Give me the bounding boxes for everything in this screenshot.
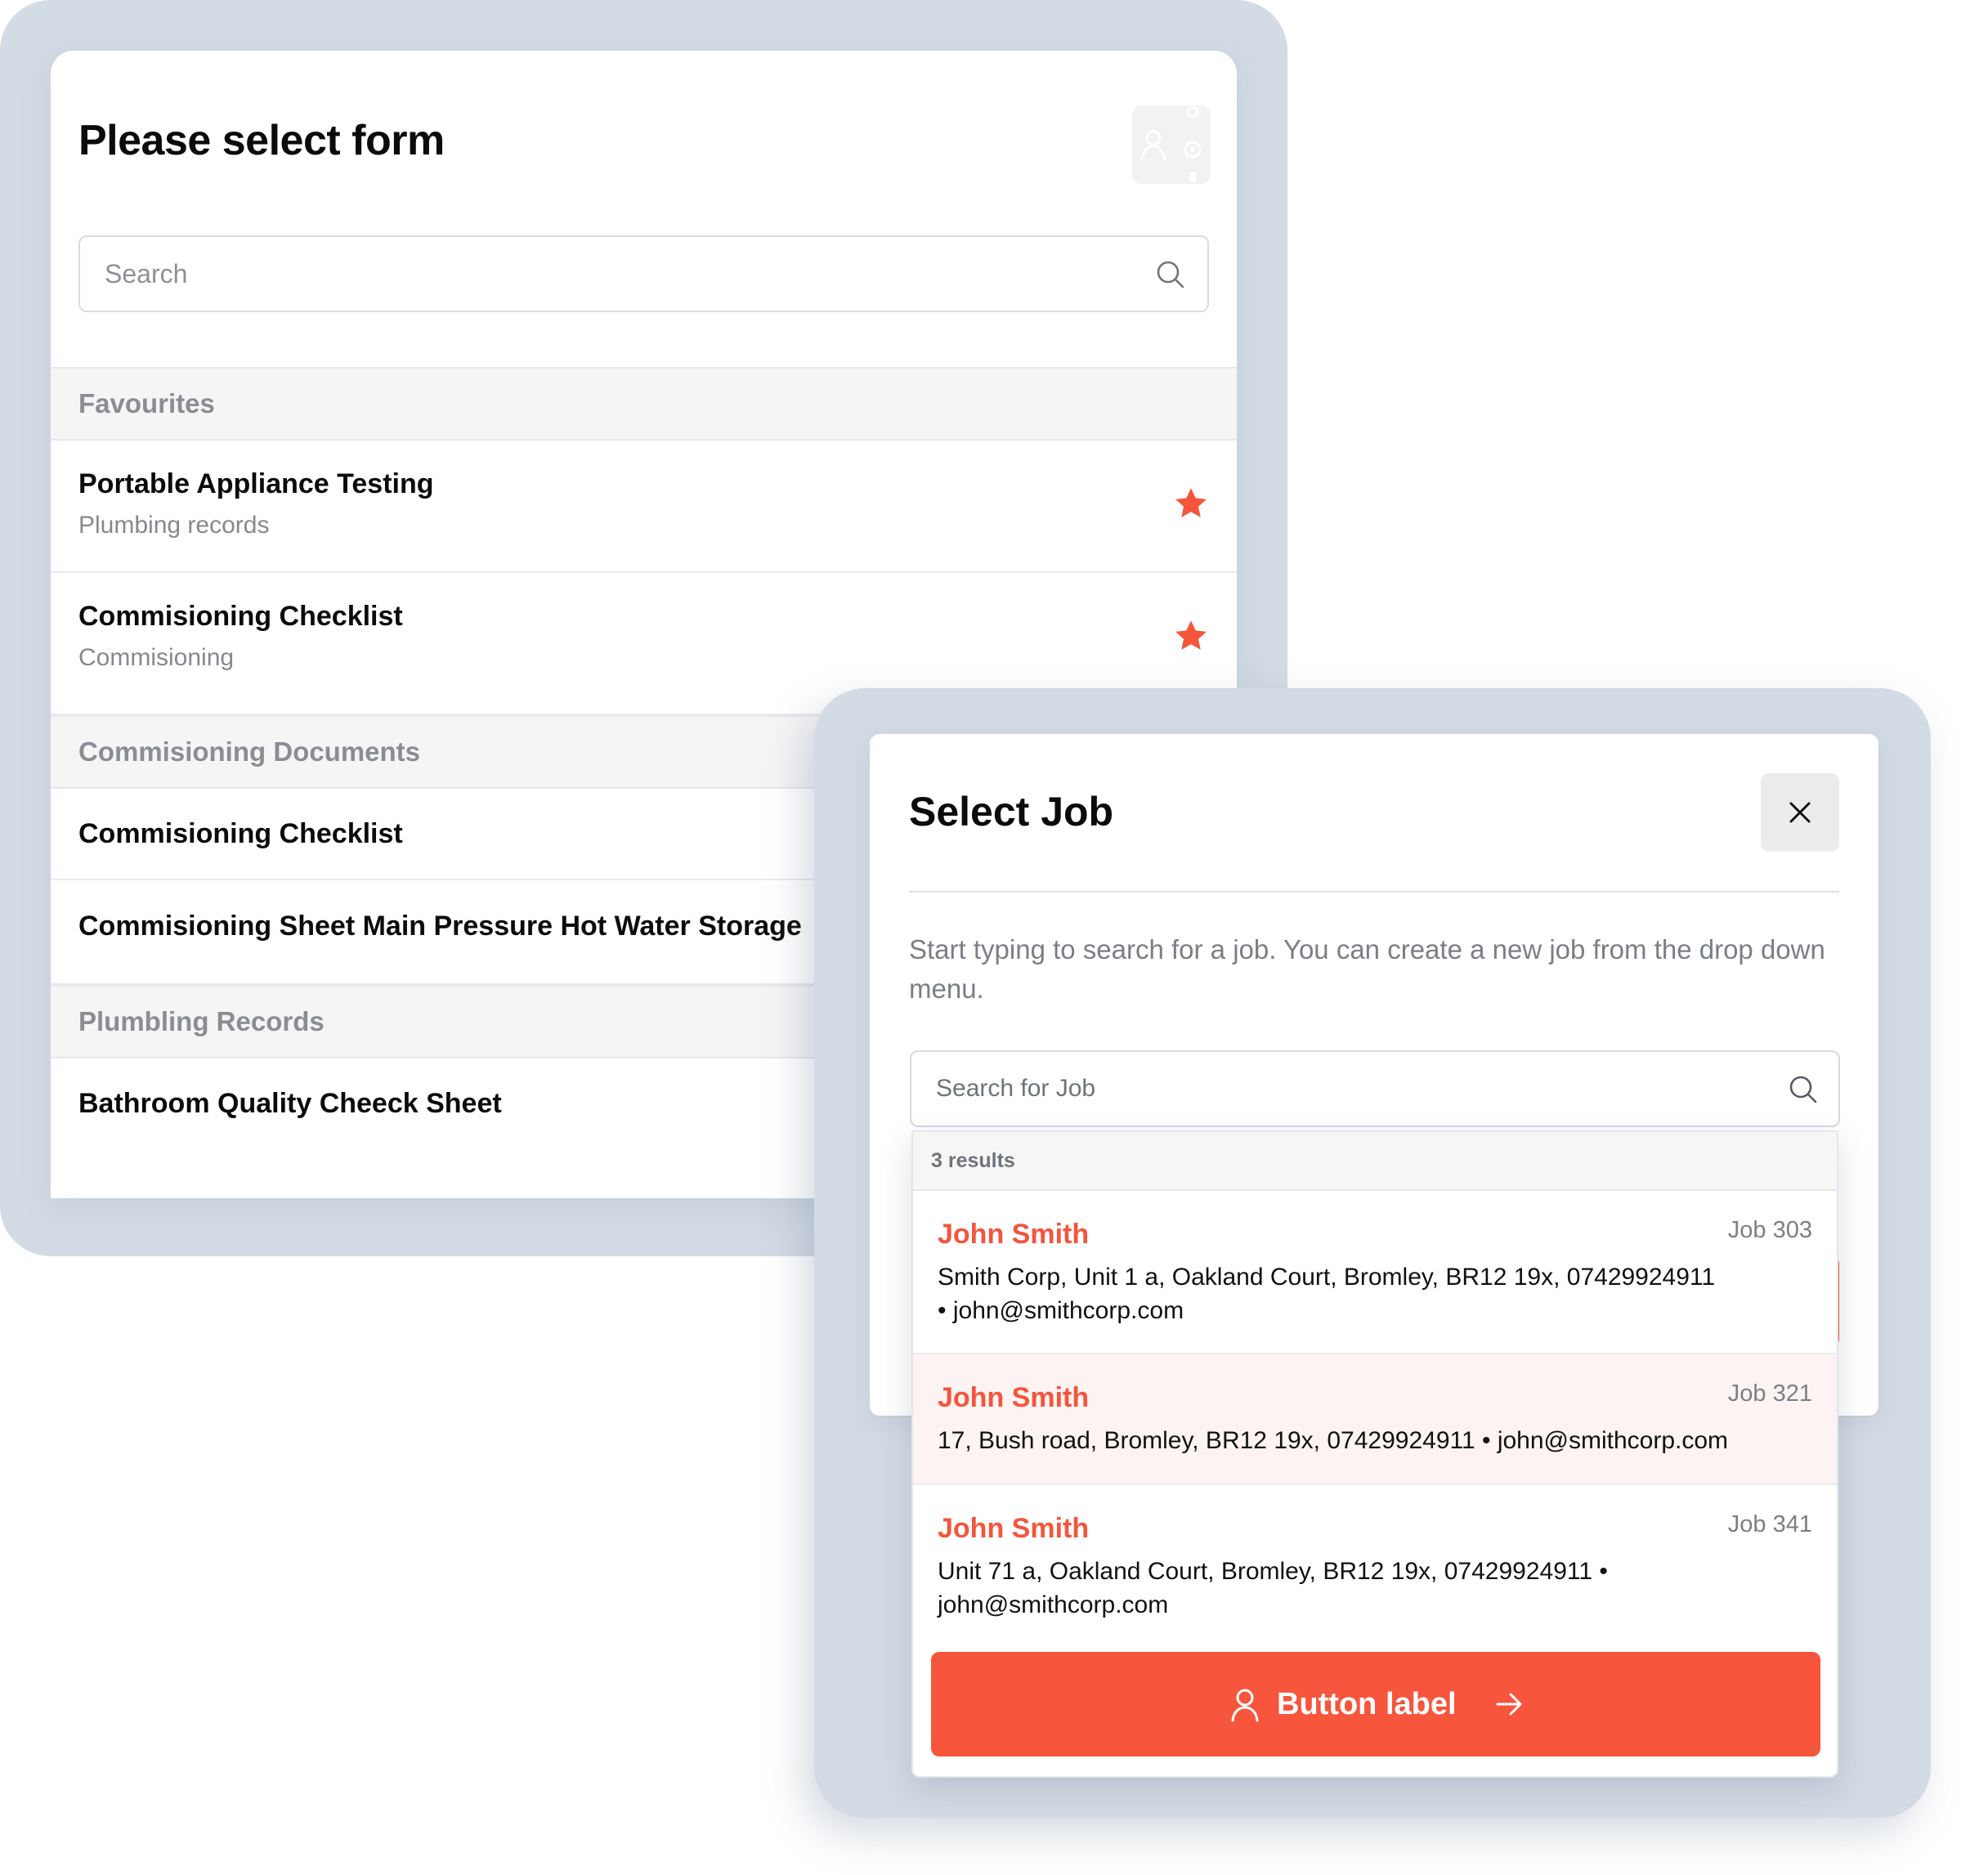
dialog-title: Select Job — [909, 789, 1114, 835]
account-button[interactable] — [1132, 105, 1211, 184]
button-label: Button label — [1277, 1687, 1457, 1721]
form-item-category: Plumbing records — [78, 512, 270, 539]
form-item-title: Commisioning Sheet Main Pressure Hot Wat… — [78, 911, 802, 942]
search-placeholder: Search for Job — [936, 1075, 1096, 1102]
customer-name: John Smith — [938, 1382, 1090, 1413]
stage: Please select form Search Favourites Por… — [0, 0, 1988, 1875]
customer-name: John Smith — [938, 1513, 1090, 1544]
form-item-title: Bathroom Quality Cheeck Sheet — [78, 1088, 502, 1119]
form-item-title: Portable Appliance Testing — [78, 468, 434, 499]
customer-details: Smith Corp, Unit 1 a, Oakland Court, Bro… — [938, 1264, 1716, 1324]
customer-details: Unit 71 a, Oakland Court, Bromley, BR12 … — [938, 1558, 1608, 1618]
form-item-category: Commisioning — [78, 644, 235, 671]
results-count: 3 results — [931, 1149, 1015, 1172]
job-results-dropdown: 3 results John Smith Job 303 Smith Corp,… — [911, 1130, 1838, 1778]
job-search-input[interactable]: Search for Job — [910, 1050, 1840, 1127]
user-settings-icon — [1140, 105, 1202, 182]
search-icon — [1789, 1076, 1817, 1103]
user-icon — [1231, 1689, 1259, 1722]
section-heading: Favourites — [78, 388, 215, 418]
section-header-favourites: Favourites — [51, 367, 1237, 441]
customer-name: John Smith — [938, 1219, 1090, 1250]
divider — [909, 891, 1839, 893]
job-number: Job 341 — [1727, 1511, 1812, 1537]
search-icon — [1157, 261, 1184, 289]
page-title: Please select form — [78, 117, 445, 164]
dialog-description: Start typing to search for a job. You ca… — [909, 934, 1825, 1004]
job-result-item[interactable]: John Smith Job 341 Unit 71 a, Oakland Co… — [913, 1485, 1837, 1649]
job-result-item-highlighted[interactable]: John Smith Job 321 17, Bush road, Bromle… — [913, 1354, 1837, 1485]
job-number: Job 303 — [1727, 1217, 1812, 1243]
form-search-input[interactable]: Search — [78, 235, 1209, 312]
customer-details: 17, Bush road, Bromley, BR12 19x, 074299… — [938, 1427, 1729, 1454]
arrow-right-icon — [1496, 1693, 1522, 1716]
form-item-title: Commisioning Checklist — [78, 818, 403, 849]
section-heading: Plumbling Records — [78, 1006, 325, 1036]
close-button[interactable] — [1761, 773, 1839, 852]
results-count-header: 3 results — [913, 1132, 1837, 1191]
form-item-portable-appliance-testing[interactable]: Portable Appliance Testing Plumbing reco… — [51, 441, 1237, 573]
star-icon[interactable] — [1173, 618, 1209, 654]
primary-action-button[interactable]: Button label — [931, 1652, 1820, 1756]
job-number: Job 321 — [1727, 1381, 1812, 1407]
star-icon[interactable] — [1173, 486, 1209, 521]
search-placeholder: Search — [105, 259, 188, 289]
section-heading: Commisioning Documents — [78, 736, 421, 767]
job-result-item[interactable]: John Smith Job 303 Smith Corp, Unit 1 a,… — [913, 1191, 1837, 1354]
form-item-title: Commisioning Checklist — [78, 601, 403, 632]
close-icon — [1789, 802, 1811, 823]
